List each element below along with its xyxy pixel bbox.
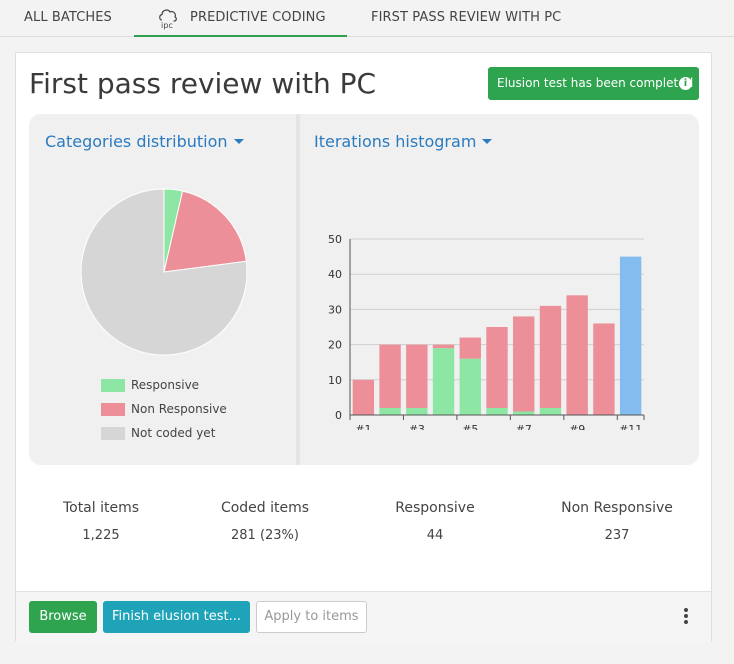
stat-label: Coded items [220,500,310,516]
panel-divider [296,114,300,465]
bar-iter-9-s1[interactable] [566,295,588,415]
iterations-histogram-dropdown[interactable]: Iterations histogram [314,132,493,151]
status-badge-text: Elusion test has been completed [497,76,694,90]
bar-iter-5-s0[interactable] [459,358,481,415]
bar-iter-8-s0[interactable] [539,407,562,415]
charts-panel: Categories distribution Responsive Non Re… [29,114,699,465]
x-tick-label: #7 [516,423,532,430]
legend-swatch [101,379,125,392]
finish-elusion-test-button[interactable]: Finish elusion test... [103,601,250,633]
info-icon[interactable]: i [679,77,692,90]
x-tick-label: #3 [409,423,425,430]
iterations-histogram-label: Iterations histogram [314,132,477,151]
x-tick-label: #11 [619,423,642,430]
caret-down-icon [482,138,493,144]
card-footer: Browse Finish elusion test... Apply to i… [16,591,711,642]
legend-label: Non Responsive [131,402,227,416]
bar-iter-3-s0[interactable] [406,407,428,415]
stat-label: Non Responsive [561,500,673,516]
svg-text:ipc: ipc [161,21,173,30]
bar-iter-6-s1[interactable] [486,327,508,408]
bar-iter-11-s2[interactable] [619,256,642,415]
more-vertical-icon[interactable] [683,608,689,626]
stat-non-responsive: Non Responsive 237 [532,498,702,546]
y-tick-label: 30 [328,303,342,316]
categories-distribution-dropdown[interactable]: Categories distribution [45,132,244,151]
review-card: First pass review with PC Elusion test h… [15,52,712,642]
stat-value: 237 [604,528,630,543]
browse-button[interactable]: Browse [29,601,97,633]
stat-label: Total items [62,500,140,516]
legend-label: Responsive [131,378,200,392]
categories-distribution-label: Categories distribution [45,132,228,151]
bar-iter-4-s1[interactable] [432,344,455,349]
y-tick-label: 50 [328,233,342,246]
bar-iter-2-s0[interactable] [379,407,401,415]
apply-to-items-button[interactable]: Apply to items [256,601,367,633]
pie-chart [80,188,248,356]
bar-iter-7-s1[interactable] [513,316,535,412]
stat-coded-items: Coded items 281 (23%) [180,498,350,546]
y-tick-label: 40 [328,268,342,281]
stat-responsive: Responsive 44 [350,498,520,546]
legend-label: Not coded yet [131,426,216,440]
stat-total-items: Total items 1,225 [16,498,186,546]
y-tick-label: 20 [328,339,342,352]
x-tick-label: #9 [569,423,585,430]
bar-iter-1-s1[interactable] [352,379,375,415]
bar-iter-4-s0[interactable] [432,348,455,415]
bar-iter-2-s1[interactable] [379,344,401,408]
legend-swatch [101,427,125,440]
stat-label: Responsive [395,500,475,516]
x-tick-label: #1 [355,423,371,430]
bar-iter-8-s1[interactable] [539,305,562,408]
bar-chart: 0 10 20 30 40 50 #1 #3 #5 #7 #9 #11 [328,233,645,430]
legend-swatch [101,403,125,416]
tab-predictive-coding-label: PREDICTIVE CODING [190,10,326,25]
stat-value: 1,225 [82,528,120,543]
y-tick-label: 10 [328,374,342,387]
ipc-icon: ipc [159,9,177,30]
page-title: First pass review with PC [29,67,377,100]
bar-iter-7-s0[interactable] [513,411,535,415]
bar-iter-10-s1[interactable] [593,323,615,415]
tab-first-pass-review[interactable]: FIRST PASS REVIEW WITH PC [371,0,561,37]
y-tick-label: 0 [335,409,342,422]
x-tick-label: #5 [462,423,478,430]
tab-predictive-coding[interactable]: ipc PREDICTIVE CODING [134,0,347,37]
tab-bar: ALL BATCHES ipc PREDICTIVE CODING FIRST … [0,0,734,37]
stat-value: 281 (23%) [231,528,299,543]
bar-iter-6-s0[interactable] [486,407,508,415]
stats-row: Total items 1,225 Coded items 281 (23%) … [16,498,711,558]
stat-value: 44 [426,528,444,543]
tab-all-batches[interactable]: ALL BATCHES [24,0,112,37]
bar-iter-3-s1[interactable] [406,344,428,408]
caret-down-icon [233,138,244,144]
status-badge: Elusion test has been completed i [488,67,699,100]
bar-iter-5-s1[interactable] [459,337,481,359]
